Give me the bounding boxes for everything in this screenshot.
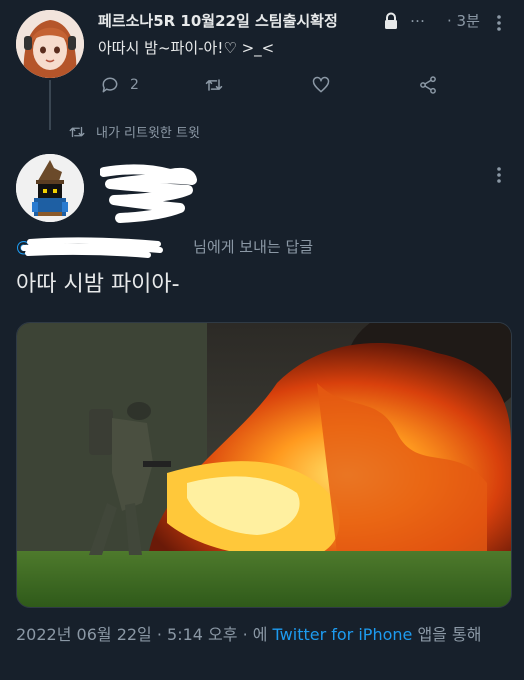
reply-icon (102, 77, 118, 93)
like-button[interactable] (311, 74, 331, 96)
retweet-icon (205, 79, 223, 91)
redacted-handle-scribble (21, 237, 163, 258)
parent-tweet-text: 아따시 밤~파이-아!♡ >_< (98, 39, 275, 57)
retweet-button[interactable] (204, 74, 224, 96)
redacted-name-scribble (100, 164, 197, 223)
share-icon (420, 76, 436, 94)
parent-timestamp[interactable]: · 3분 (447, 10, 480, 31)
meta-suffix: 앱을 통해 (412, 625, 482, 644)
thread-line (49, 80, 51, 130)
parent-display-name[interactable]: 페르소나5R 10월22일 스팀출시확정 (98, 10, 338, 31)
reply-count: 2 (130, 77, 139, 93)
retweet-small-icon (69, 126, 85, 137)
tweet-photo[interactable] (16, 322, 512, 608)
reply-button[interactable]: 2 (100, 74, 139, 96)
tweet-date-time[interactable]: 2022년 06월 22일 · 5:14 오후 · 에 (16, 625, 273, 644)
share-button[interactable] (418, 74, 438, 96)
parent-avatar[interactable] (16, 10, 84, 78)
flamethrower-photo (17, 323, 511, 607)
tweet-meta: 2022년 06월 22일 · 5:14 오후 · 에 Twitter for … (16, 622, 510, 648)
more-icon[interactable] (490, 166, 508, 184)
lock-icon (385, 12, 397, 29)
more-icon[interactable] (490, 14, 508, 32)
anime-avatar-image (16, 10, 84, 78)
retweet-label-text: 내가 리트윗한 트윗 (96, 126, 200, 141)
source-link[interactable]: Twitter for iPhone (273, 625, 413, 644)
truncation-ellipsis: … (410, 8, 425, 26)
author-avatar[interactable] (16, 154, 84, 222)
black-mage-avatar-image (16, 154, 84, 222)
retweeted-by-label: 내가 리트윗한 트윗 (68, 122, 200, 141)
main-tweet-text: 아따 시밤 파이아- (16, 272, 180, 297)
replying-to-suffix: 님에게 보내는 답글 (193, 238, 314, 256)
like-icon (312, 76, 330, 93)
